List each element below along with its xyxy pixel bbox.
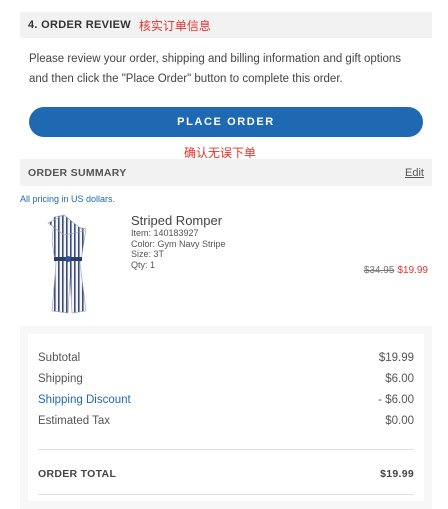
- shipping-label: Shipping: [38, 373, 83, 385]
- product-qty: Qty: 1: [131, 259, 156, 270]
- estimated-tax-label: Estimated Tax: [38, 415, 111, 427]
- original-price: $34.95: [363, 265, 395, 276]
- subtotal-label: Subtotal: [38, 352, 81, 364]
- estimated-tax-row: Estimated Tax $0.00: [38, 415, 414, 427]
- shipping-row: Shipping $6.00: [38, 373, 414, 385]
- product-item-number: Item: 140183927: [131, 228, 199, 238]
- product-name[interactable]: Striped Romper: [131, 213, 226, 228]
- product-size: Size: 3T: [131, 249, 165, 259]
- product-price: $34.95 $19.99: [364, 265, 428, 276]
- order-total-label: ORDER TOTAL: [38, 468, 117, 480]
- review-annotation: 核实订单信息: [138, 18, 211, 33]
- order-review-title: 4. ORDER REVIEW: [28, 19, 131, 31]
- pricing-note: All pricing in US dollars.: [20, 194, 116, 204]
- order-total-value: $19.99: [380, 468, 414, 480]
- order-totals-inner: Subtotal $19.99 Shipping $6.00 Shipping …: [28, 334, 424, 501]
- product-info: Striped Romper Item: 140183927 Color: Gy…: [131, 213, 226, 270]
- review-instructions: Please review your order, shipping and b…: [29, 53, 402, 85]
- totals-divider: [38, 449, 414, 450]
- product-color: Color: Gym Navy Stripe: [131, 238, 226, 249]
- sale-price: $19.99: [397, 265, 428, 276]
- product-image[interactable]: [34, 211, 106, 317]
- order-total-divider: [38, 494, 414, 495]
- order-summary-title: ORDER SUMMARY: [28, 166, 127, 179]
- edit-link[interactable]: Edit: [405, 167, 424, 179]
- order-total-row: ORDER TOTAL $19.99: [38, 468, 414, 480]
- subtotal-row: Subtotal $19.99: [38, 352, 414, 364]
- place-order-button[interactable]: PLACE ORDER: [29, 107, 423, 137]
- shipping-discount-row: Shipping Discount - $6.00: [38, 394, 414, 406]
- order-totals-panel: Subtotal $19.99 Shipping $6.00 Shipping …: [20, 326, 432, 509]
- shipping-value: $6.00: [385, 373, 414, 385]
- shipping-discount-label: Shipping Discount: [38, 394, 131, 406]
- order-summary-header: ORDER SUMMARY Edit: [20, 159, 432, 186]
- subtotal-value: $19.99: [378, 352, 414, 364]
- shipping-discount-value: - $6.00: [378, 394, 414, 406]
- order-review-header: 4. ORDER REVIEW 核实订单信息: [20, 12, 432, 38]
- estimated-tax-value: $0.00: [385, 415, 414, 427]
